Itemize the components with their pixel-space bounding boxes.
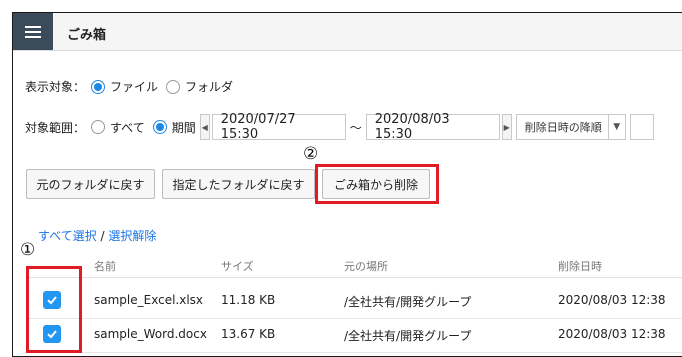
display-target-row: 表示対象： ファイル フォルダ [25,78,241,95]
file-size: 11.18 KB [221,293,276,307]
target-range-label: 対象範囲： [25,120,86,135]
annotation-two: ② [303,144,319,164]
target-range-row: 対象範囲： すべて 期間 ◀ 2020/07/27 15:30 ～ 2020/0… [25,112,654,142]
radio-period-label: 期間 [171,120,196,135]
extra-control[interactable] [629,114,654,140]
prev-period-icon[interactable]: ◀ [199,114,210,140]
radio-unselected-icon[interactable] [166,79,181,94]
file-location: /全社共有/開発グループ [344,295,472,309]
file-name[interactable]: sample_Excel.xlsx [94,293,203,307]
radio-all[interactable]: すべて [91,119,145,136]
highlight-delete-button [315,164,439,204]
selection-links: すべて選択 / 選択解除 [38,227,156,244]
column-header-size[interactable]: サイズ [221,258,254,274]
radio-period[interactable]: 期間 [152,119,196,136]
hamburger-menu-icon[interactable] [13,13,53,50]
header-bar: ごみ箱 [13,13,682,51]
end-date-field[interactable]: 2020/08/03 15:30 [365,112,500,142]
radio-folder-label: フォルダ [185,80,234,94]
selection-separator: / [96,229,109,243]
start-date-field[interactable]: 2020/07/27 15:30 [211,112,346,142]
file-deleted-date: 2020/08/03 12:38 [558,293,666,307]
radio-unselected-icon[interactable] [91,120,106,134]
table-row[interactable]: sample_Word.docx 13.67 KB /全社共有/開発グループ 2… [26,317,682,353]
sort-select[interactable]: 削除日時の降順 ▼ [515,114,626,140]
select-all-link[interactable]: すべて選択 [38,229,97,243]
restore-original-button[interactable]: 元のフォルダに戻す [26,169,155,199]
chevron-down-icon[interactable]: ▼ [607,115,625,139]
next-period-icon[interactable]: ▶ [501,114,512,140]
restore-specified-button[interactable]: 指定したフォルダに戻す [162,169,315,199]
sort-select-value: 削除日時の降順 [524,121,602,134]
radio-selected-icon[interactable] [91,79,106,94]
radio-selected-icon[interactable] [152,120,167,134]
highlight-checkboxes [26,266,82,353]
column-header-name[interactable]: 名前 [94,258,116,274]
radio-folder[interactable]: フォルダ [166,78,233,95]
file-name[interactable]: sample_Word.docx [94,327,207,341]
table-header: 名前 サイズ 元の場所 削除日時 [26,253,682,278]
column-header-deleted[interactable]: 削除日時 [558,258,602,274]
file-deleted-date: 2020/08/03 12:38 [558,327,666,341]
range-separator: ～ [349,120,362,135]
page-title: ごみ箱 [67,28,107,43]
radio-file-label: ファイル [110,80,159,94]
file-location: /全社共有/開発グループ [344,329,472,343]
radio-all-label: すべて [110,120,145,135]
deselect-link[interactable]: 選択解除 [108,229,156,243]
display-target-label: 表示対象： [25,80,86,94]
file-size: 13.67 KB [221,327,276,341]
table-row[interactable]: sample_Excel.xlsx 11.18 KB /全社共有/開発グループ … [26,283,682,319]
column-header-location[interactable]: 元の場所 [344,258,388,274]
radio-file[interactable]: ファイル [91,78,158,95]
